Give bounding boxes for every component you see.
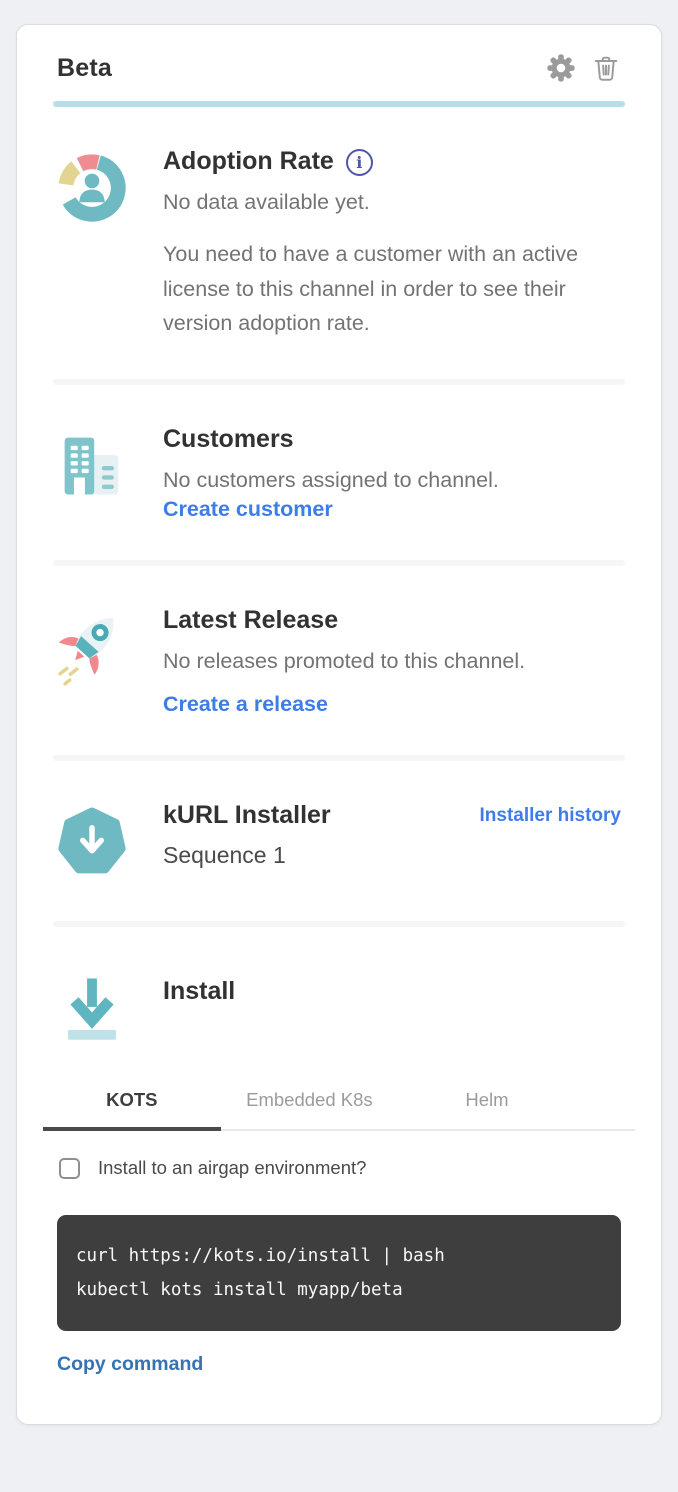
kurl-installer-section: kURL Installer Installer history Sequenc…	[43, 761, 635, 883]
latest-release-content: Latest Release No releases promoted to t…	[163, 606, 621, 717]
latest-release-title: Latest Release	[163, 606, 338, 635]
adoption-rate-donut-icon	[57, 147, 127, 229]
info-icon[interactable]: i	[346, 149, 373, 176]
airgap-label: Install to an airgap environment?	[98, 1157, 366, 1179]
adoption-empty-text: No data available yet.	[163, 185, 621, 219]
install-tabs: KOTS Embedded K8s Helm	[43, 1079, 635, 1131]
create-customer-link[interactable]: Create customer	[163, 497, 333, 522]
customers-building-icon	[57, 425, 127, 507]
installer-history-link[interactable]: Installer history	[480, 805, 622, 827]
airgap-checkbox[interactable]	[59, 1158, 80, 1179]
copy-command-link[interactable]: Copy command	[57, 1353, 203, 1376]
adoption-description: You need to have a customer with an acti…	[163, 237, 621, 340]
install-section: Install	[43, 927, 635, 1049]
tab-helm[interactable]: Helm	[398, 1079, 576, 1131]
adoption-rate-title: Adoption Rate	[163, 147, 334, 176]
installer-sequence: Sequence 1	[163, 842, 621, 869]
adoption-rate-content: Adoption Rate i No data available yet. Y…	[163, 147, 621, 341]
tab-embedded-k8s[interactable]: Embedded K8s	[221, 1079, 399, 1131]
channel-title: Beta	[57, 54, 112, 83]
card-header: Beta	[43, 53, 635, 83]
install-command-line-1: curl https://kots.io/install | bash	[76, 1239, 602, 1273]
latest-release-section: Latest Release No releases promoted to t…	[43, 566, 635, 717]
install-title: Install	[163, 977, 235, 1006]
customers-title: Customers	[163, 425, 294, 454]
install-command-block: curl https://kots.io/install | bash kube…	[57, 1215, 621, 1331]
customers-empty-text: No customers assigned to channel.	[163, 463, 621, 497]
customers-section: Customers No customers assigned to chann…	[43, 385, 635, 522]
install-content: Install	[163, 967, 621, 1049]
settings-gear-icon[interactable]	[546, 53, 576, 83]
release-rocket-icon	[57, 606, 127, 688]
kurl-heptagon-icon	[57, 801, 127, 883]
release-empty-text: No releases promoted to this channel.	[163, 644, 621, 678]
airgap-row: Install to an airgap environment?	[59, 1157, 635, 1179]
install-command-line-2: kubectl kots install myapp/beta	[76, 1273, 602, 1307]
kurl-installer-content: kURL Installer Installer history Sequenc…	[163, 801, 621, 883]
adoption-rate-section: Adoption Rate i No data available yet. Y…	[43, 107, 635, 341]
customers-content: Customers No customers assigned to chann…	[163, 425, 621, 522]
channel-card: Beta	[16, 24, 662, 1425]
header-actions	[546, 53, 621, 83]
delete-trash-icon[interactable]	[591, 53, 621, 83]
install-download-icon	[57, 967, 127, 1049]
kurl-installer-title: kURL Installer	[163, 801, 331, 830]
tab-kots[interactable]: KOTS	[43, 1079, 221, 1131]
create-release-link[interactable]: Create a release	[163, 692, 328, 717]
